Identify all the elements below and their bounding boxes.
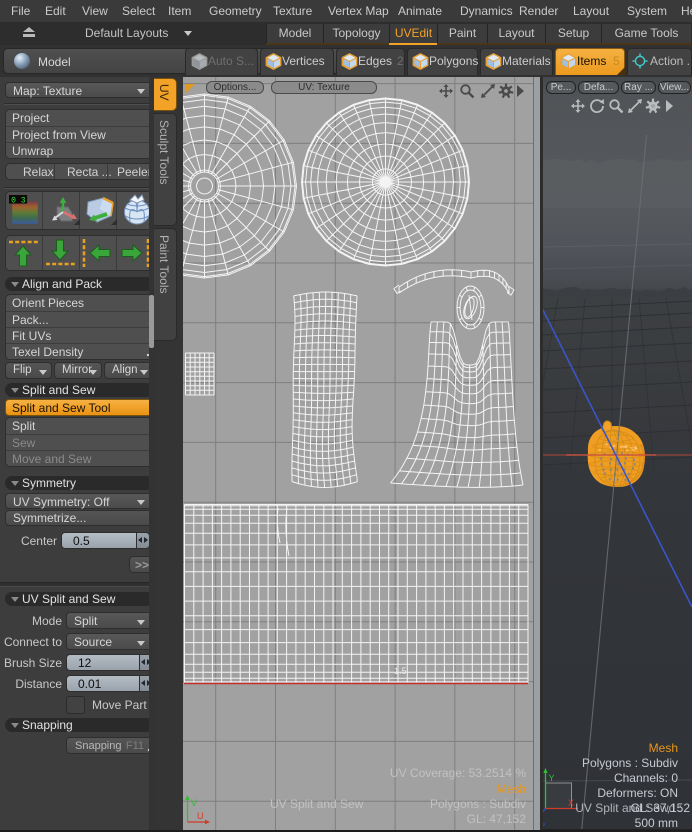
svg-text:0 3: 0 3 <box>11 196 26 205</box>
svg-text:1.5: 1.5 <box>394 666 407 676</box>
svg-text:Y: Y <box>549 773 555 783</box>
svg-text:X: X <box>568 798 574 808</box>
